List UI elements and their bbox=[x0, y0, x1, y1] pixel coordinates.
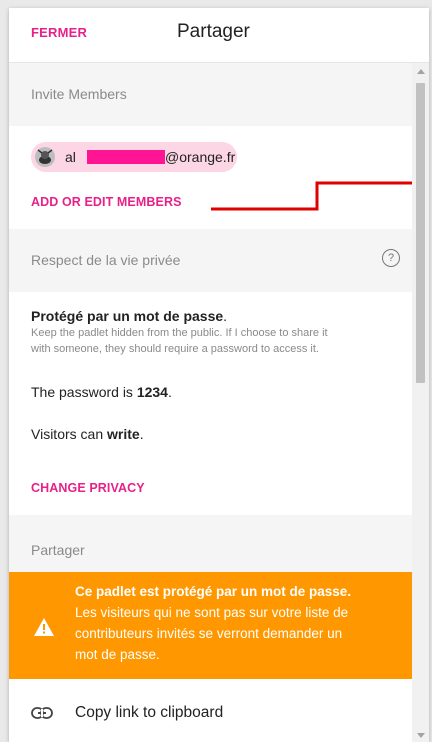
question-circle-icon[interactable]: ? bbox=[382, 249, 400, 267]
page-title: Partager bbox=[177, 21, 250, 42]
invite-members-label: Invite Members bbox=[31, 86, 127, 102]
scroll-down-arrow-icon[interactable] bbox=[417, 733, 425, 738]
change-privacy-button[interactable]: CHANGE PRIVACY bbox=[31, 481, 145, 495]
member-email-domain: @orange.fr bbox=[165, 149, 236, 165]
privacy-mode-period: . bbox=[223, 308, 228, 324]
privacy-description-line2: with someone, they should require a pass… bbox=[31, 343, 319, 355]
banner-line-4: mot de passe. bbox=[75, 647, 160, 662]
warning-triangle-icon bbox=[34, 618, 54, 636]
visitors-value: write bbox=[107, 426, 140, 442]
banner-line-3: contributeurs invités se verront demande… bbox=[75, 626, 343, 641]
banner-text: Ce padlet est protégé par un mot de pass… bbox=[75, 581, 400, 665]
member-chip[interactable]: al @orange.fr bbox=[31, 142, 237, 172]
banner-title: Ce padlet est protégé par un mot de pass… bbox=[75, 584, 352, 599]
visitors-line: Visitors can write. bbox=[31, 426, 144, 442]
close-button[interactable]: FERMER bbox=[31, 25, 87, 40]
add-edit-members-button[interactable]: ADD OR EDIT MEMBERS bbox=[31, 195, 182, 209]
scrollbar[interactable] bbox=[412, 63, 429, 742]
privacy-description-line1: Keep the padlet hidden from the public. … bbox=[31, 327, 328, 339]
privacy-heading-label: Respect de la vie privée bbox=[31, 252, 181, 268]
password-warning-banner: Ce padlet est protégé par un mot de pass… bbox=[9, 572, 412, 679]
invite-members-heading: Invite Members bbox=[9, 63, 412, 126]
privacy-description: Keep the padlet hidden from the public. … bbox=[31, 325, 403, 357]
privacy-heading: Respect de la vie privée ? bbox=[9, 229, 412, 292]
visitors-suffix: . bbox=[139, 426, 144, 442]
redaction-mark bbox=[87, 150, 165, 164]
scroll-thumb[interactable] bbox=[416, 83, 425, 383]
share-panel: FERMER Partager Invite Members al @orang… bbox=[9, 8, 429, 742]
scroll-up-arrow-icon[interactable] bbox=[417, 69, 425, 74]
copy-link-row[interactable]: Copy link to clipboard bbox=[9, 679, 412, 742]
member-email-prefix: al bbox=[65, 149, 76, 165]
privacy-mode: Protégé par un mot de passe. bbox=[31, 308, 227, 324]
banner-line-2: Les visiteurs qui ne sont pas sur votre … bbox=[75, 605, 349, 620]
copy-link-label: Copy link to clipboard bbox=[75, 704, 224, 721]
password-prefix: The password is bbox=[31, 384, 137, 400]
privacy-mode-title: Protégé par un mot de passe bbox=[31, 308, 224, 324]
share-heading-label: Partager bbox=[31, 542, 85, 558]
password-value: 1234 bbox=[136, 384, 168, 400]
password-line: The password is 1234. bbox=[31, 384, 172, 400]
annotation-line bbox=[211, 181, 427, 211]
share-heading: Partager bbox=[9, 515, 412, 572]
password-suffix: . bbox=[167, 384, 172, 400]
panel-header: FERMER Partager bbox=[9, 8, 429, 63]
visitors-prefix: Visitors can bbox=[31, 426, 107, 442]
link-icon bbox=[31, 707, 53, 719]
user-avatar-icon bbox=[35, 147, 55, 167]
